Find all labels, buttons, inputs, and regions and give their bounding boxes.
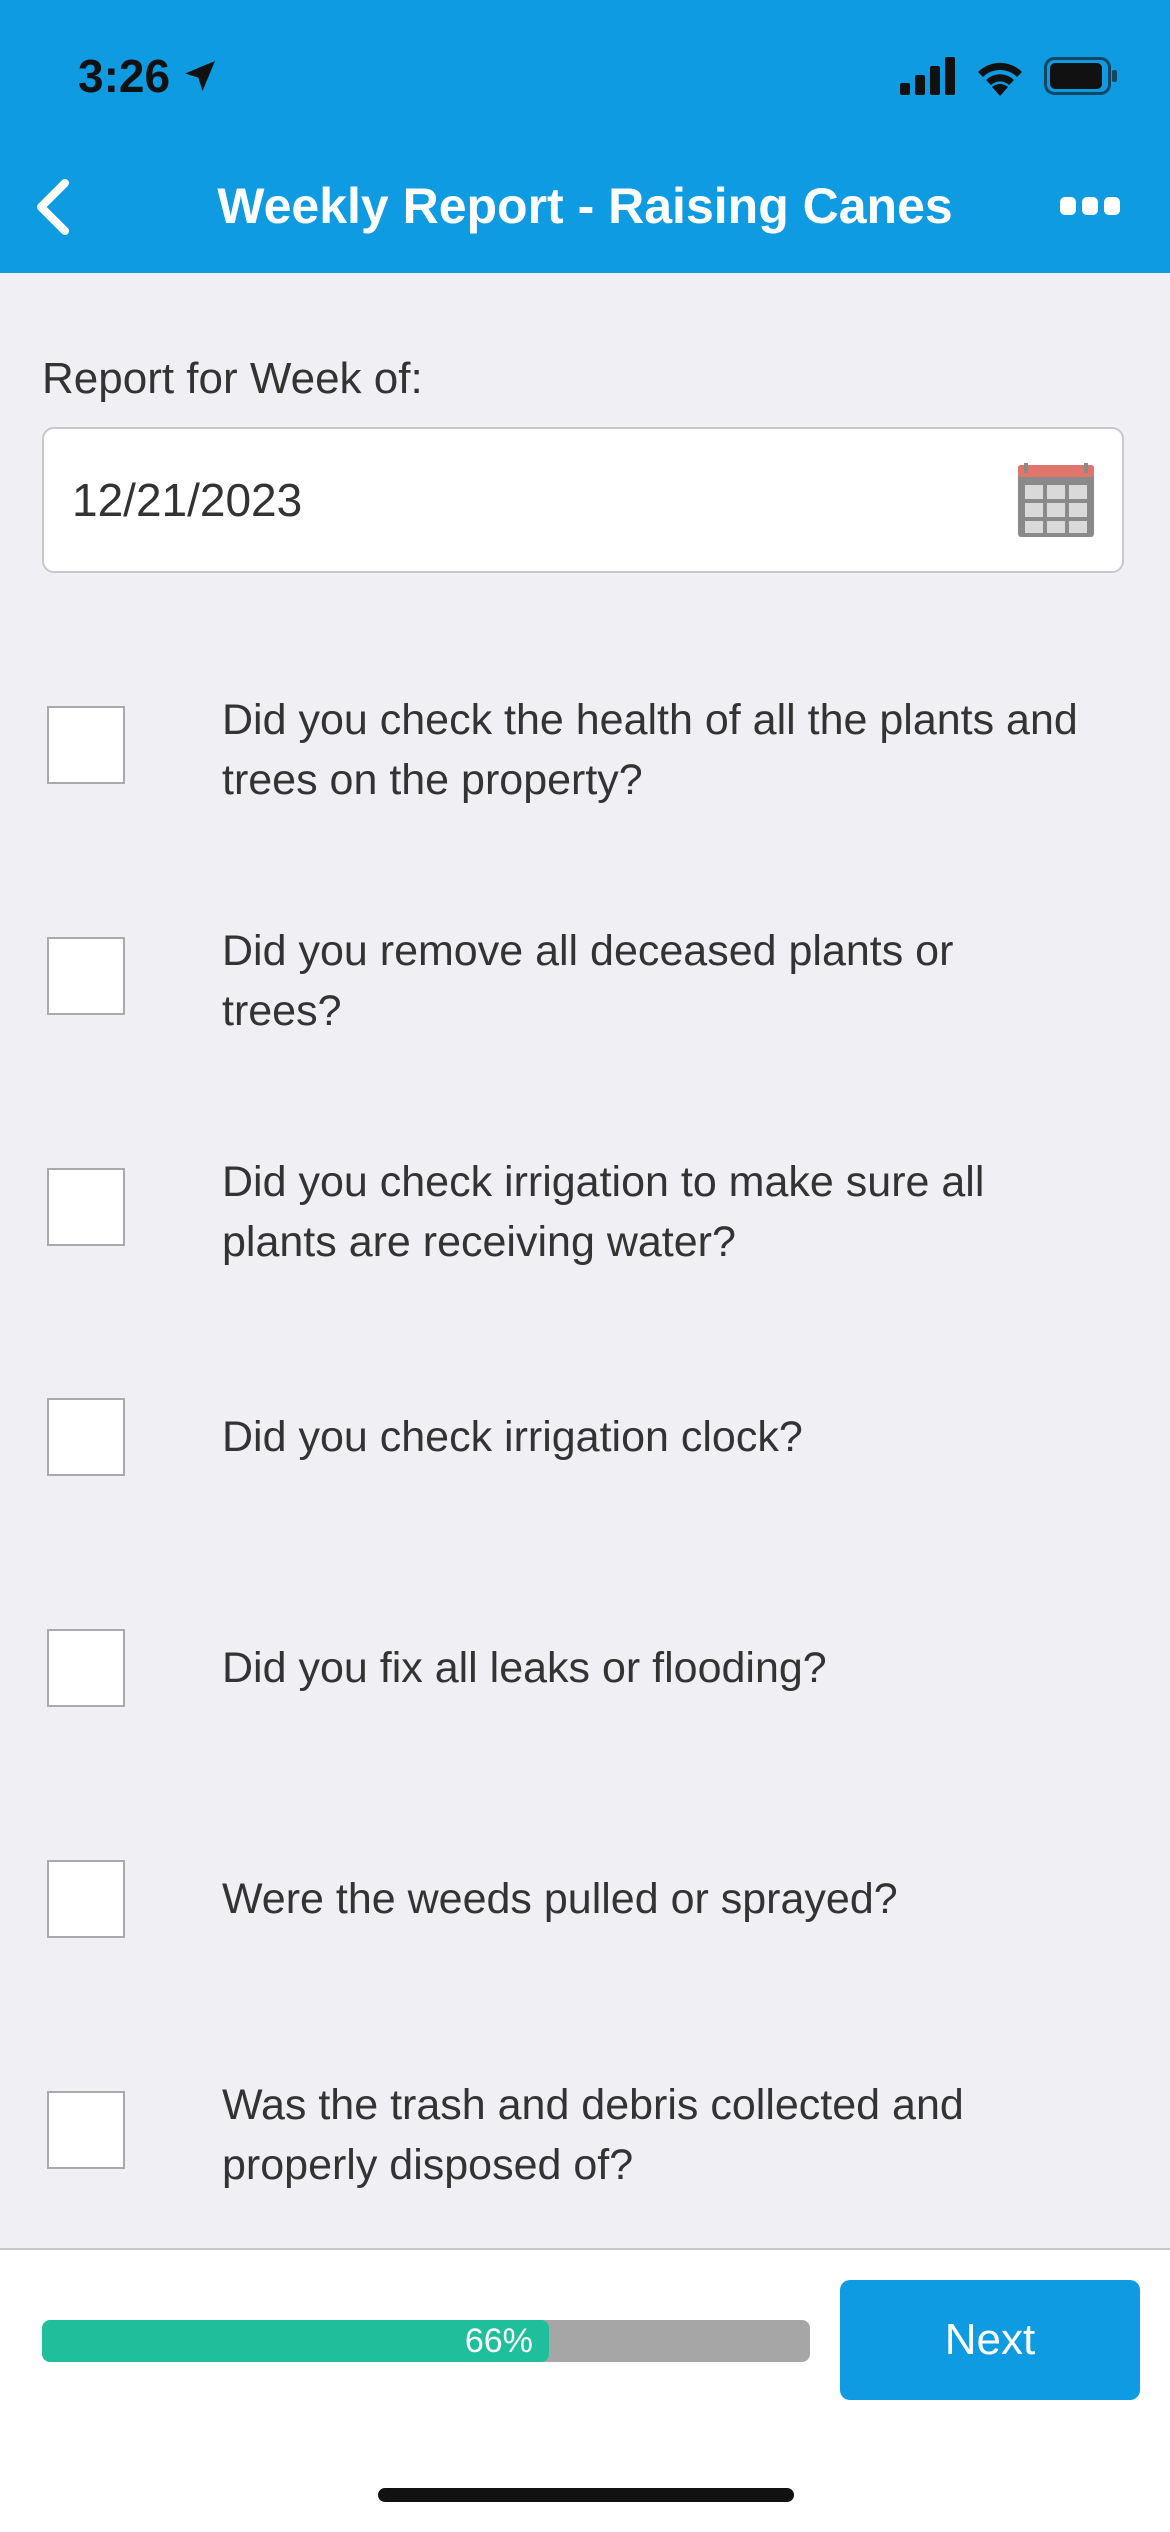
status-time-text: 3:26	[78, 50, 171, 102]
checkbox-irrigation-water[interactable]	[47, 1168, 125, 1246]
checkbox-plant-health[interactable]	[47, 706, 125, 784]
more-options-button[interactable]	[1054, 180, 1126, 232]
checkbox-leaks-flooding[interactable]	[47, 1629, 125, 1707]
date-value: 12/21/2023	[72, 474, 303, 526]
week-date-field[interactable]: 12/21/2023	[42, 427, 1124, 573]
battery-icon	[1044, 57, 1117, 95]
checklist-item: Did you check the health of all the plan…	[0, 684, 1170, 824]
more-dots-icon	[1060, 197, 1120, 215]
checklist-item: Did you fix all leaks or flooding?	[0, 1607, 1170, 1747]
checklist-item: Were the weeds pulled or sprayed?	[0, 1838, 1170, 1978]
question-text: Did you remove all deceased plants or tr…	[222, 927, 954, 1035]
progress-bar: 66%	[42, 2320, 810, 2362]
progress-label: 66%	[464, 2322, 533, 2360]
checkbox-weeds[interactable]	[47, 1860, 125, 1938]
cellular-signal-icon	[900, 57, 955, 95]
page-title: Weekly Report - Raising Canes	[217, 178, 953, 234]
checklist-item: Did you remove all deceased plants or tr…	[0, 915, 1170, 1055]
question-text: Were the weeds pulled or sprayed?	[222, 1875, 898, 1923]
next-button[interactable]: Next	[840, 2280, 1140, 2400]
question-text: Did you fix all leaks or flooding?	[222, 1644, 827, 1692]
question-text: Did you check irrigation to make sure al…	[222, 1158, 985, 1266]
status-bar-icons	[900, 52, 1118, 100]
wifi-icon	[978, 62, 1022, 96]
checkbox-trash-debris[interactable]	[47, 2091, 125, 2169]
checklist-item: Was the trash and debris collected and p…	[0, 2069, 1170, 2209]
navigation-bar: Weekly Report - Raising Canes	[0, 160, 1170, 252]
question-text: Did you check irrigation clock?	[222, 1413, 803, 1461]
location-arrow-icon	[185, 61, 216, 91]
checklist-item: Did you check irrigation to make sure al…	[0, 1146, 1170, 1286]
question-text: Was the trash and debris collected and p…	[222, 2081, 964, 2189]
week-label: Report for Week of:	[42, 354, 423, 403]
checkbox-deceased-plants[interactable]	[47, 937, 125, 1015]
question-text: Did you check the health of all the plan…	[222, 696, 1078, 804]
checklist-item: Did you check irrigation clock?	[0, 1376, 1170, 1516]
calendar-icon[interactable]	[1016, 461, 1096, 539]
checkbox-irrigation-clock[interactable]	[47, 1398, 125, 1476]
chevron-left-icon	[37, 179, 69, 235]
status-bar-time: 3:26	[78, 46, 220, 106]
app-header: 3:26 Weekly Report - Raising Canes	[0, 0, 1170, 273]
back-button[interactable]	[16, 172, 86, 242]
home-indicator	[378, 2488, 794, 2502]
